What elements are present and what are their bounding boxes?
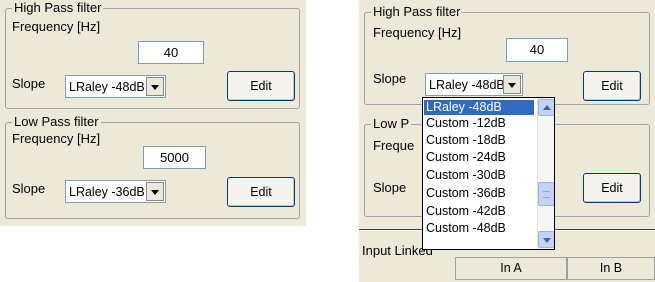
lowpass-slope-label: Slope [12, 181, 46, 196]
highpass-slope-select[interactable]: LRaley -48dB [65, 75, 166, 98]
right-lowpass-frequency-label: Freque [373, 138, 415, 153]
dropdown-option[interactable]: Custom -18dB [424, 133, 534, 148]
highpass-edit-button[interactable]: Edit [227, 71, 295, 101]
highpass-group: High Pass filter Frequency [Hz] 40 Slope… [5, 0, 300, 109]
right-lowpass-slope-label: Slope [373, 180, 407, 195]
highpass-slope-label: Slope [12, 76, 46, 91]
left-filter-panel: High Pass filter Frequency [Hz] 40 Slope… [0, 0, 306, 226]
chevron-down-icon[interactable] [146, 77, 164, 96]
dropdown-option[interactable]: Custom -48dB [424, 221, 534, 236]
scroll-up-icon[interactable] [538, 99, 554, 116]
highpass-frequency-input[interactable]: 40 [138, 41, 204, 64]
right-highpass-slope-value: LRaley -48dB [429, 78, 505, 92]
input-b-button[interactable]: In B [567, 257, 655, 280]
input-a-button[interactable]: In A [455, 257, 567, 280]
dropdown-option[interactable]: Custom -42dB [424, 204, 534, 219]
chevron-down-icon[interactable] [146, 182, 164, 201]
highpass-frequency-label: Frequency [Hz] [12, 19, 101, 34]
scrollbar-thumb[interactable] [538, 182, 554, 206]
highpass-group-title: High Pass filter [12, 0, 104, 16]
right-lowpass-edit-button[interactable]: Edit [583, 173, 641, 203]
lowpass-frequency-input[interactable]: 5000 [143, 146, 206, 169]
right-highpass-slope-label: Slope [373, 71, 407, 86]
right-filter-panel: High Pass filter Frequency [Hz] 40 Slope… [359, 0, 655, 282]
dropdown-option[interactable]: LRaley -48dB [424, 100, 534, 115]
scroll-down-icon[interactable] [538, 231, 554, 248]
dropdown-scrollbar[interactable] [537, 98, 554, 249]
slope-dropdown-list[interactable]: LRaley -48dB Custom -12dB Custom -18dB C… [422, 97, 555, 250]
lowpass-edit-button[interactable]: Edit [227, 177, 295, 207]
dropdown-option[interactable]: Custom -24dB [424, 150, 534, 165]
chevron-down-icon[interactable] [503, 75, 521, 94]
dropdown-option[interactable]: Custom -36dB [424, 186, 534, 201]
right-highpass-group: High Pass filter Frequency [Hz] 40 Slope… [364, 4, 650, 105]
right-highpass-edit-button[interactable]: Edit [583, 71, 641, 101]
right-highpass-slope-select[interactable]: LRaley -48dB [425, 73, 523, 96]
lowpass-group: Low Pass filter Frequency [Hz] 5000 Slop… [5, 114, 300, 219]
lowpass-slope-select[interactable]: LRaley -36dB [65, 180, 166, 203]
lowpass-frequency-label: Frequency [Hz] [12, 131, 101, 146]
highpass-slope-value: LRaley -48dB [69, 80, 145, 94]
right-highpass-group-title: High Pass filter [371, 4, 463, 20]
dropdown-option[interactable]: Custom -12dB [424, 116, 534, 131]
right-highpass-frequency-label: Frequency [Hz] [373, 25, 462, 40]
lowpass-slope-value: LRaley -36dB [69, 185, 145, 199]
right-highpass-frequency-input[interactable]: 40 [506, 38, 568, 62]
right-lowpass-group-title: Low P [371, 116, 412, 132]
lowpass-group-title: Low Pass filter [12, 114, 101, 130]
dropdown-option[interactable]: Custom -30dB [424, 168, 534, 183]
